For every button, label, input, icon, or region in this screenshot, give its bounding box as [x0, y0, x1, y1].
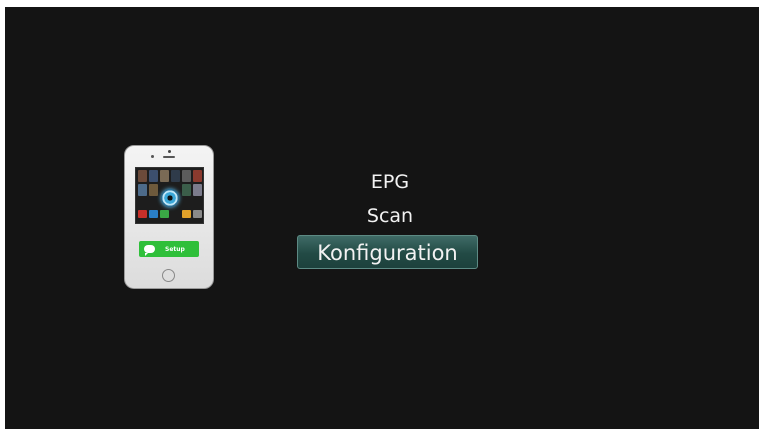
setup-badge: Setup — [139, 241, 199, 257]
movie-thumbnail — [193, 184, 202, 196]
setup-label: Setup — [165, 245, 185, 253]
phone-speaker-icon — [163, 156, 175, 158]
movie-thumbnail — [160, 170, 169, 182]
home-button-icon — [162, 269, 175, 282]
movie-thumbnail — [193, 170, 202, 182]
movie-thumbnail — [149, 184, 158, 196]
app-tile — [160, 210, 169, 218]
app-tile — [193, 210, 202, 218]
app-tile — [149, 210, 158, 218]
movie-thumbnail — [182, 170, 191, 182]
movie-thumbnail — [138, 184, 147, 196]
menu-item-scan[interactable]: Scan — [345, 205, 435, 227]
menu-item-konfiguration[interactable]: Konfiguration — [297, 235, 478, 269]
media-disc-icon — [161, 189, 179, 207]
phone-sensor-icon — [151, 155, 154, 158]
movie-thumbnail — [149, 170, 158, 182]
movie-thumbnail — [138, 170, 147, 182]
app-tile — [182, 210, 191, 218]
menu-item-epg[interactable]: EPG — [345, 171, 435, 193]
movie-thumbnail — [171, 170, 180, 182]
movie-thumbnail — [182, 184, 191, 196]
phone-setup-illustration: Setup — [124, 145, 214, 289]
chat-bubble-icon — [144, 245, 155, 256]
app-tile — [138, 210, 147, 218]
phone-screen-thumbnails — [135, 167, 204, 224]
phone-camera-icon — [168, 150, 171, 153]
tv-screen: Setup EPG Scan Konfiguration — [5, 7, 759, 429]
